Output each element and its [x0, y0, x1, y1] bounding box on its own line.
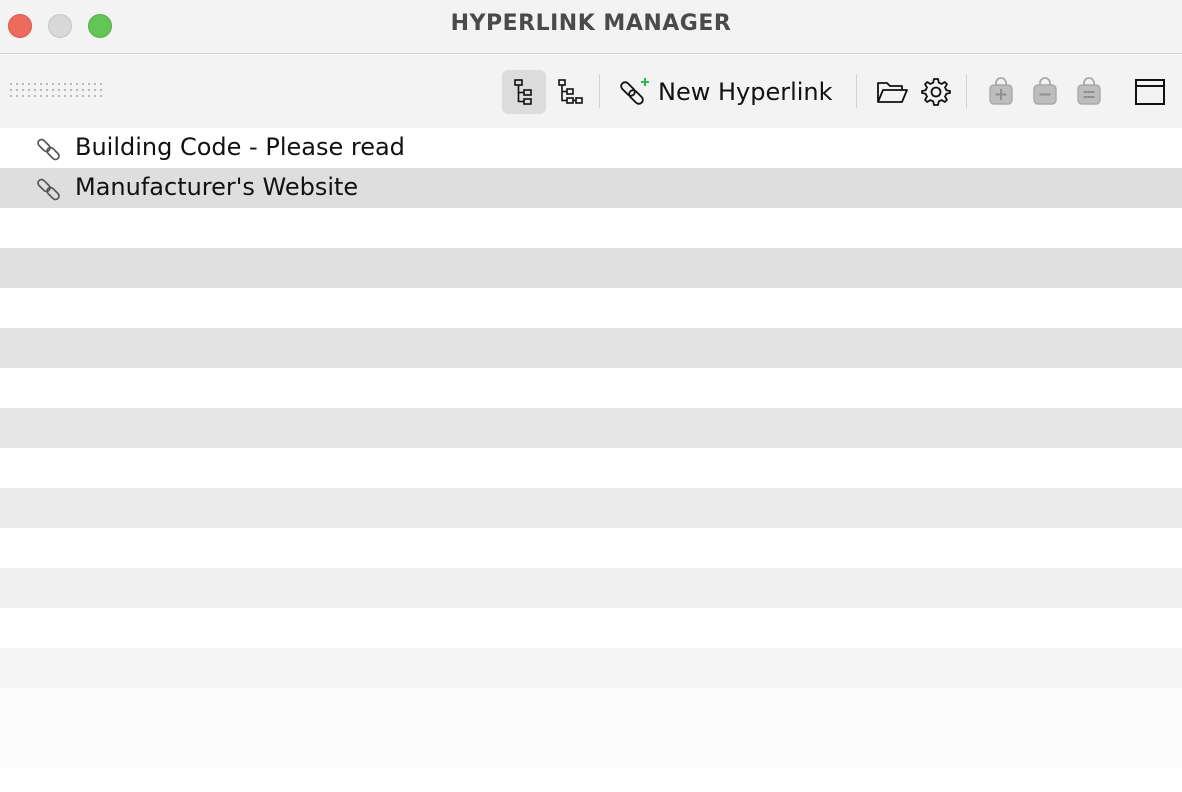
bag-plus-icon [989, 77, 1013, 105]
empty-row [0, 728, 1182, 768]
toolbar-grip-handle[interactable] [8, 81, 104, 101]
hyperlink-manager-window: HYPERLINK MANAGER New Hyperlink Building… [0, 0, 1182, 792]
empty-row [0, 768, 1182, 792]
toolbar-separator [599, 74, 600, 108]
empty-row [0, 408, 1182, 448]
title-bar: HYPERLINK MANAGER [0, 0, 1182, 54]
window-title: HYPERLINK MANAGER [450, 11, 732, 36]
bag-equal-icon [1077, 77, 1101, 105]
empty-row [0, 648, 1182, 688]
gear-icon [921, 78, 951, 106]
toolbar: New Hyperlink [0, 55, 1182, 128]
list-item[interactable]: Manufacturer's Website [0, 168, 1182, 208]
tree-view-button[interactable] [502, 70, 546, 114]
bag-minus-icon [1033, 77, 1057, 105]
chain-link-plus-icon [620, 78, 649, 105]
toolbar-separator [966, 74, 967, 108]
flat-tree-view-button[interactable] [548, 70, 592, 114]
empty-row [0, 688, 1182, 728]
new-hyperlink-label: New Hyperlink [658, 78, 833, 106]
window-panel-button[interactable] [1130, 72, 1170, 112]
settings-button[interactable] [916, 72, 956, 112]
link-label: Manufacturer's Website [75, 173, 359, 201]
tree-branch-icon [558, 79, 583, 104]
empty-row [0, 248, 1182, 288]
empty-row [0, 368, 1182, 408]
chain-link-icon [37, 138, 60, 161]
empty-row [0, 568, 1182, 608]
open-folder-button[interactable] [872, 72, 912, 112]
bag-list-button[interactable] [1070, 72, 1108, 112]
empty-row [0, 528, 1182, 568]
remove-from-bag-button[interactable] [1026, 72, 1064, 112]
empty-row [0, 288, 1182, 328]
new-hyperlink-button[interactable]: New Hyperlink [616, 69, 833, 115]
window-icon [1135, 79, 1165, 105]
add-to-bag-button[interactable] [982, 72, 1020, 112]
empty-row [0, 488, 1182, 528]
list-item[interactable]: Building Code - Please read [0, 128, 1182, 168]
tree-view-icon [514, 79, 532, 105]
hyperlink-list: Building Code - Please read Manufacturer… [0, 128, 1182, 792]
empty-row [0, 448, 1182, 488]
link-label: Building Code - Please read [75, 133, 405, 161]
empty-row [0, 208, 1182, 248]
empty-row [0, 328, 1182, 368]
chain-link-icon [37, 178, 60, 201]
folder-open-icon [877, 82, 908, 103]
toolbar-separator [856, 74, 857, 108]
empty-row [0, 608, 1182, 648]
